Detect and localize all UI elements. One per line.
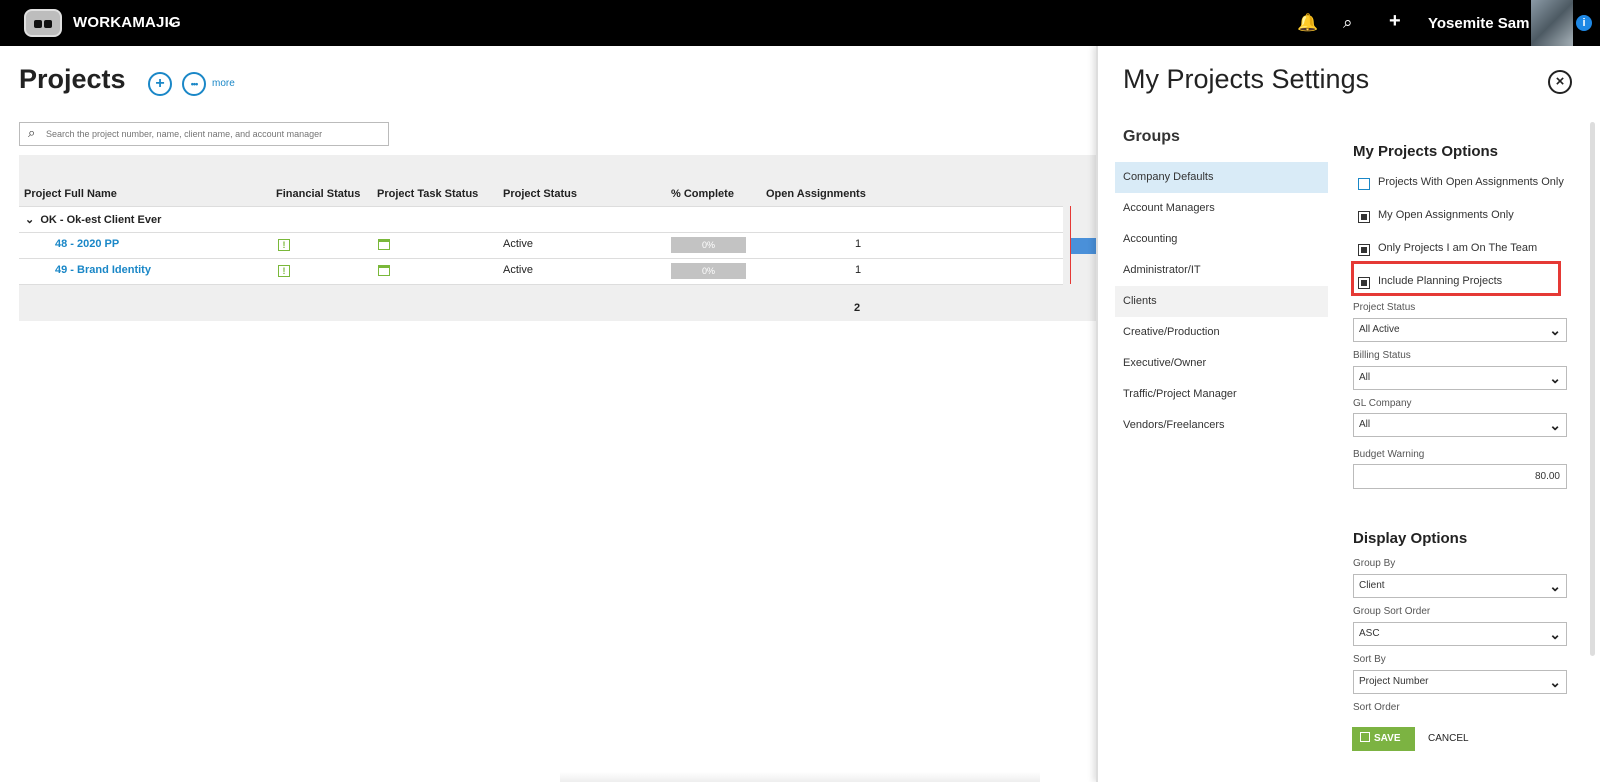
group-item-creative-production[interactable]: Creative/Production [1115,317,1328,348]
selected-value: All [1359,372,1371,383]
financial-warning-icon[interactable]: ! [278,239,290,251]
save-label: SAVE [1374,733,1401,744]
billing-status-label: Billing Status [1353,350,1411,361]
percent-complete-bar: 0% [671,237,746,253]
gl-company-label: GL Company [1353,398,1412,409]
more-link[interactable]: more [212,78,235,89]
column-header-project-status[interactable]: Project Status [503,188,577,200]
calendar-icon[interactable] [378,239,390,250]
checkbox[interactable] [1358,244,1370,256]
column-header-financial-status[interactable]: Financial Status [276,188,360,200]
column-header-open-assignments[interactable]: Open Assignments [766,188,866,200]
group-item-executive-owner[interactable]: Executive/Owner [1115,348,1328,379]
checkbox[interactable] [1358,178,1370,190]
search-icon[interactable]: ⌕ [1343,13,1353,33]
client-group-row[interactable]: ⌄ OK - Ok-est Client Ever [25,213,161,226]
group-by-select[interactable]: Client ⌄ [1353,574,1567,598]
group-sort-order-select[interactable]: ASC ⌄ [1353,622,1567,646]
highlight-box [1351,261,1561,296]
budget-warning-input[interactable]: 80.00 [1353,464,1567,489]
plus-icon[interactable]: + [1389,11,1401,31]
more-options-icon[interactable]: ••• [182,72,206,96]
page-title: Projects [19,64,126,94]
sort-by-select[interactable]: Project Number ⌄ [1353,670,1567,694]
info-icon[interactable]: i [1576,15,1592,31]
selected-value: All [1359,419,1371,430]
panel-title: My Projects Settings [1123,64,1370,94]
my-projects-options-heading: My Projects Options [1353,143,1499,160]
chevron-down-icon: ⌄ [1549,674,1561,690]
row-divider [19,258,1063,259]
gl-company-select[interactable]: All ⌄ [1353,413,1567,437]
project-link[interactable]: 49 - Brand Identity [55,264,151,276]
group-by-label: Group By [1353,558,1396,569]
timeline-bar[interactable] [1071,238,1096,254]
checkbox-label[interactable]: Only Projects I am On The Team [1378,242,1537,254]
workamajig-logo-icon[interactable] [24,9,62,37]
add-project-button[interactable]: + [148,72,172,96]
selected-value: Client [1359,580,1385,591]
percent-complete-bar: 0% [671,263,746,279]
project-search-box: ⌕ [19,122,389,146]
selected-value: Project Number [1359,676,1429,687]
chevron-down-icon: ⌄ [1549,370,1561,386]
project-link[interactable]: 48 - 2020 PP [55,238,119,250]
top-navigation-bar: WORKAMAJIG ⌄ 🔔 ⌕ + Yosemite Sam i [0,0,1600,46]
save-disk-icon [1360,732,1370,742]
calendar-icon[interactable] [378,265,390,276]
checkbox[interactable] [1358,211,1370,223]
chevron-down-icon: ⌄ [1549,626,1561,642]
row-divider [19,232,1063,233]
budget-warning-label: Budget Warning [1353,449,1425,460]
open-assignments-total: 2 [854,302,861,314]
bell-icon[interactable]: 🔔 [1297,13,1318,33]
chevron-down-icon: ⌄ [1549,322,1561,338]
selected-value: ASC [1359,628,1380,639]
display-options-heading: Display Options [1353,530,1468,547]
my-projects-settings-panel: My Projects Settings × Groups Company De… [1096,46,1600,782]
group-item-traffic-project-manager[interactable]: Traffic/Project Manager [1115,379,1328,410]
project-status-label: Project Status [1353,302,1416,313]
checkbox-label[interactable]: My Open Assignments Only [1378,209,1514,221]
column-header-project-name[interactable]: Project Full Name [24,188,117,200]
avatar[interactable] [1531,0,1573,46]
user-name[interactable]: Yosemite Sam [1428,15,1529,32]
chevron-down-icon: ⌄ [1549,578,1561,594]
group-item-accounting[interactable]: Accounting [1115,224,1328,255]
open-assignments-count: 1 [855,264,862,276]
group-item-account-managers[interactable]: Account Managers [1115,193,1328,224]
selected-value: All Active [1359,324,1400,335]
groups-heading: Groups [1123,128,1180,145]
billing-status-select[interactable]: All ⌄ [1353,366,1567,390]
bottom-fade [560,772,1040,782]
chevron-down-icon[interactable]: ⌄ [25,214,34,226]
cancel-button[interactable]: CANCEL [1428,733,1469,744]
search-icon: ⌕ [28,125,36,140]
chevron-down-icon: ⌄ [1549,417,1561,433]
project-status: Active [503,264,533,276]
project-search-input[interactable] [46,126,381,142]
panel-scrollbar[interactable] [1590,122,1595,656]
group-sort-order-label: Group Sort Order [1353,606,1431,617]
group-item-clients[interactable]: Clients [1115,286,1328,317]
save-button[interactable]: SAVE [1352,727,1415,751]
checkbox-label[interactable]: Projects With Open Assignments Only [1378,176,1564,188]
chevron-down-icon[interactable]: ⌄ [166,13,178,30]
brand-name[interactable]: WORKAMAJIG [73,14,181,31]
group-item-administrator-it[interactable]: Administrator/IT [1115,255,1328,286]
close-button[interactable]: × [1548,70,1572,94]
sort-order-label: Sort Order [1353,702,1400,713]
project-status: Active [503,238,533,250]
open-assignments-count: 1 [855,238,862,250]
project-status-select[interactable]: All Active ⌄ [1353,318,1567,342]
sort-by-label: Sort By [1353,654,1386,665]
projects-grid-body [19,206,1063,284]
financial-warning-icon[interactable]: ! [278,265,290,277]
group-item-company-defaults[interactable]: Company Defaults [1115,162,1328,193]
group-name: OK - Ok-est Client Ever [40,214,162,226]
group-item-vendors-freelancers[interactable]: Vendors/Freelancers [1115,410,1328,441]
row-divider [19,284,1063,285]
column-header-task-status[interactable]: Project Task Status [377,188,478,200]
column-header-percent-complete[interactable]: % Complete [671,188,734,200]
